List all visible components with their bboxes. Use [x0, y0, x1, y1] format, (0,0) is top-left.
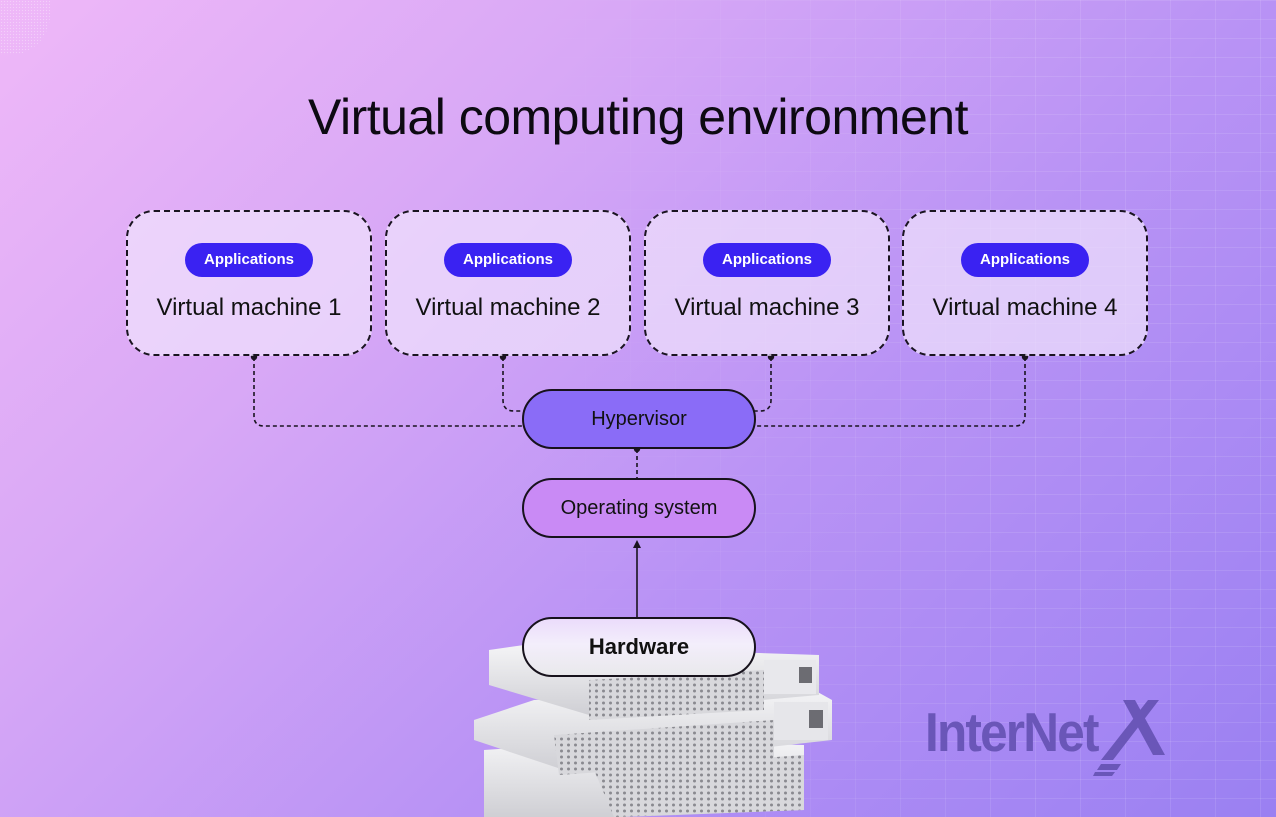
hardware-node: Hardware — [522, 617, 756, 677]
logo-text: InterNet — [925, 701, 1099, 763]
virtual-machine-3: Applications Virtual machine 3 — [644, 210, 890, 356]
arrowhead-up-icon — [633, 540, 641, 548]
vm-label: Virtual machine 2 — [415, 294, 601, 321]
vm-label: Virtual machine 3 — [674, 294, 860, 321]
virtual-machine-2: Applications Virtual machine 2 — [385, 210, 631, 356]
virtual-machine-1: Applications Virtual machine 1 — [126, 210, 372, 356]
applications-badge: Applications — [703, 243, 831, 277]
connector-vm3 — [754, 357, 772, 412]
logo-x-mark-icon — [1093, 700, 1165, 776]
applications-badge: Applications — [444, 243, 572, 277]
connector-vm2 — [502, 357, 524, 412]
connector-vm4 — [756, 357, 1026, 427]
connector-vm1 — [253, 357, 522, 427]
vm-label: Virtual machine 1 — [156, 294, 342, 321]
internetx-logo: InterNet — [925, 700, 1185, 780]
virtual-machine-4: Applications Virtual machine 4 — [902, 210, 1148, 356]
applications-badge: Applications — [185, 243, 313, 277]
applications-badge: Applications — [961, 243, 1089, 277]
hypervisor-node: Hypervisor — [522, 389, 756, 449]
vm-label: Virtual machine 4 — [932, 294, 1118, 321]
operating-system-node: Operating system — [522, 478, 756, 538]
